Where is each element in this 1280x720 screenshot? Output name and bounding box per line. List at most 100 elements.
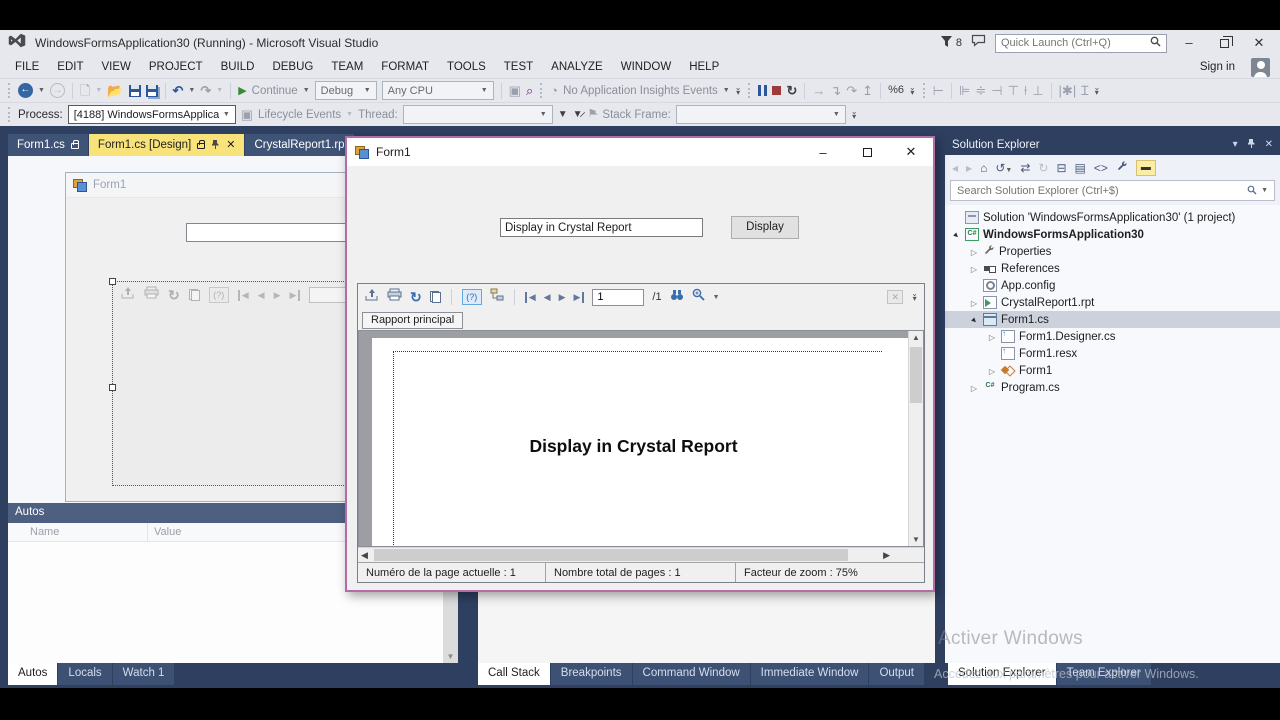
window-position-icon[interactable]: ▾	[1233, 139, 1238, 150]
tree-collapsed-arrow-icon[interactable]	[969, 297, 979, 309]
insights-caret[interactable]: ▼	[723, 87, 730, 94]
lifecycle-caret[interactable]: ▼	[346, 111, 353, 118]
make-same-size-icon[interactable]: |✱|	[1059, 84, 1077, 97]
close-panel-icon[interactable]: ✕	[1265, 139, 1273, 150]
sync-with-active-document-icon[interactable]: ⇄	[1020, 162, 1030, 174]
properties-wrench-icon[interactable]	[1116, 160, 1128, 175]
tab-autos[interactable]: Autos	[8, 663, 57, 685]
scrollbar-thumb[interactable]	[910, 347, 922, 403]
toolbar-overflow-icon[interactable]: ⌄▾	[851, 110, 858, 120]
tab-command-window[interactable]: Command Window	[633, 663, 750, 685]
solution-explorer-header[interactable]: Solution Explorer ▾ ✕	[945, 134, 1280, 155]
thread-filter-icon[interactable]: ▼	[558, 110, 568, 120]
toolbar-grip[interactable]	[8, 107, 11, 122]
scroll-up-arrow-icon[interactable]: ▲	[909, 333, 923, 342]
close-tab-icon[interactable]: ✕	[226, 140, 235, 151]
align-rights-icon[interactable]: ⊣	[991, 84, 1002, 97]
save-icon[interactable]	[129, 85, 141, 97]
forward-icon[interactable]: ▸	[966, 162, 972, 174]
form-maximize-button[interactable]	[845, 138, 889, 166]
lifecycle-events-dropdown[interactable]: Lifecycle Events	[258, 109, 341, 121]
tab-output[interactable]: Output	[869, 663, 924, 685]
solution-explorer-search-box[interactable]: ▼	[950, 180, 1275, 201]
tree-item-references[interactable]: References	[945, 260, 1280, 277]
align-centers-icon[interactable]: ⊫	[959, 84, 970, 97]
quick-launch-box[interactable]	[995, 34, 1167, 53]
toolbar-grip[interactable]	[540, 83, 543, 98]
user-avatar[interactable]	[1251, 58, 1270, 77]
tab-watch1[interactable]: Watch 1	[113, 663, 175, 685]
hex-display-icon[interactable]: %6	[888, 85, 904, 96]
column-name[interactable]: Name	[8, 523, 148, 541]
switch-views-icon[interactable]: ↺▼	[995, 162, 1012, 174]
home-icon[interactable]: ⌂	[980, 162, 987, 174]
scroll-down-arrow-icon[interactable]: ▼	[909, 535, 923, 544]
tab-form1-cs[interactable]: Form1.cs	[8, 134, 88, 156]
tree-collapsed-arrow-icon[interactable]	[969, 246, 979, 258]
page-number-input[interactable]	[592, 289, 644, 306]
menu-test[interactable]: TEST	[495, 56, 542, 78]
menu-team[interactable]: TEAM	[322, 56, 372, 78]
find-text-icon[interactable]	[670, 288, 684, 306]
align-lefts-icon[interactable]: ⊢	[933, 84, 944, 97]
preview-selected-items-icon[interactable]: ▬	[1136, 160, 1156, 176]
toolbar-grip[interactable]	[923, 83, 926, 98]
solution-explorer-search-input[interactable]	[957, 185, 1243, 197]
tree-item-form1-component[interactable]: Form1	[945, 362, 1280, 379]
tree-item-resx[interactable]: Form1.resx	[945, 345, 1280, 362]
insights-dropdown[interactable]: No Application Insights Events	[563, 85, 718, 97]
new-item-caret[interactable]: ▼	[95, 87, 102, 94]
make-same-width-icon[interactable]: ⍿	[1024, 84, 1027, 97]
scroll-down-arrow-icon[interactable]: ▼	[443, 652, 458, 661]
align-bottoms-icon[interactable]: ⊥	[1032, 84, 1043, 97]
menu-edit[interactable]: EDIT	[48, 56, 92, 78]
back-icon[interactable]: ◂	[952, 162, 958, 174]
thread-combo[interactable]: ▼	[403, 105, 553, 124]
sign-in-link[interactable]: Sign in	[1200, 61, 1251, 73]
last-page-button[interactable]: ▶	[574, 292, 585, 303]
show-all-files-icon[interactable]: ▤	[1075, 162, 1086, 174]
refresh-icon[interactable]: ↻	[410, 289, 422, 306]
toolbar-overflow-icon[interactable]: ⌄▾	[909, 86, 916, 96]
scroll-right-arrow-icon[interactable]: ▶	[883, 550, 890, 561]
step-over-icon[interactable]: ↷	[846, 84, 857, 97]
tab-breakpoints[interactable]: Breakpoints	[551, 663, 632, 685]
tree-item-solution[interactable]: Solution 'WindowsFormsApplication30' (1 …	[945, 209, 1280, 226]
restart-icon[interactable]: ↻	[786, 84, 797, 97]
tree-collapsed-arrow-icon[interactable]	[969, 382, 979, 394]
show-next-statement-icon[interactable]: →	[812, 84, 825, 97]
undo-caret[interactable]: ▼	[188, 87, 195, 94]
form-close-button[interactable]: ✕	[889, 138, 933, 166]
form-minimize-button[interactable]: –	[801, 138, 845, 166]
application-insights-icon[interactable]: ◔	[550, 84, 558, 97]
open-file-icon[interactable]: 📂	[107, 84, 123, 97]
tree-item-crystalreport[interactable]: CrystalReport1.rpt	[945, 294, 1280, 311]
break-all-icon[interactable]	[758, 85, 767, 96]
tree-item-designer-cs[interactable]: Form1.Designer.cs	[945, 328, 1280, 345]
tree-item-project[interactable]: WindowsFormsApplication30	[945, 226, 1280, 243]
configuration-combo[interactable]: Debug▼	[315, 81, 377, 100]
align-tops-icon[interactable]: ⊤	[1008, 84, 1019, 97]
selection-handle[interactable]	[109, 384, 116, 391]
report-view-area[interactable]: Display in Crystal Report ▲ ▼	[358, 330, 924, 547]
copy-icon[interactable]	[430, 291, 441, 303]
display-button[interactable]: Display	[731, 216, 799, 239]
process-combo[interactable]: [4188] WindowsFormsApplication:▼	[68, 105, 236, 124]
toolbar-overflow-icon[interactable]: ⌄▾	[735, 86, 742, 96]
collapse-all-icon[interactable]: ⊟	[1056, 162, 1066, 174]
platform-combo[interactable]: Any CPU▼	[382, 81, 494, 100]
navigate-back-caret[interactable]: ▼	[38, 87, 45, 94]
redo-caret[interactable]: ▼	[216, 87, 223, 94]
view-code-icon[interactable]: <>	[1094, 162, 1108, 174]
menu-tools[interactable]: TOOLS	[438, 56, 495, 78]
report-vertical-scrollbar[interactable]: ▲ ▼	[908, 331, 923, 546]
continue-button[interactable]: Continue	[252, 85, 298, 97]
redo-icon[interactable]: ↷	[200, 84, 211, 97]
viewer-overflow-icon[interactable]: ⌄▾	[911, 292, 918, 302]
zoom-icon[interactable]	[692, 288, 705, 306]
minimize-button[interactable]: –	[1176, 31, 1202, 55]
tree-collapsed-arrow-icon[interactable]	[969, 263, 979, 275]
find-in-files-icon[interactable]: ▣	[509, 84, 521, 97]
tree-item-properties[interactable]: Properties	[945, 243, 1280, 260]
notifications-filter-icon[interactable]	[941, 34, 952, 52]
